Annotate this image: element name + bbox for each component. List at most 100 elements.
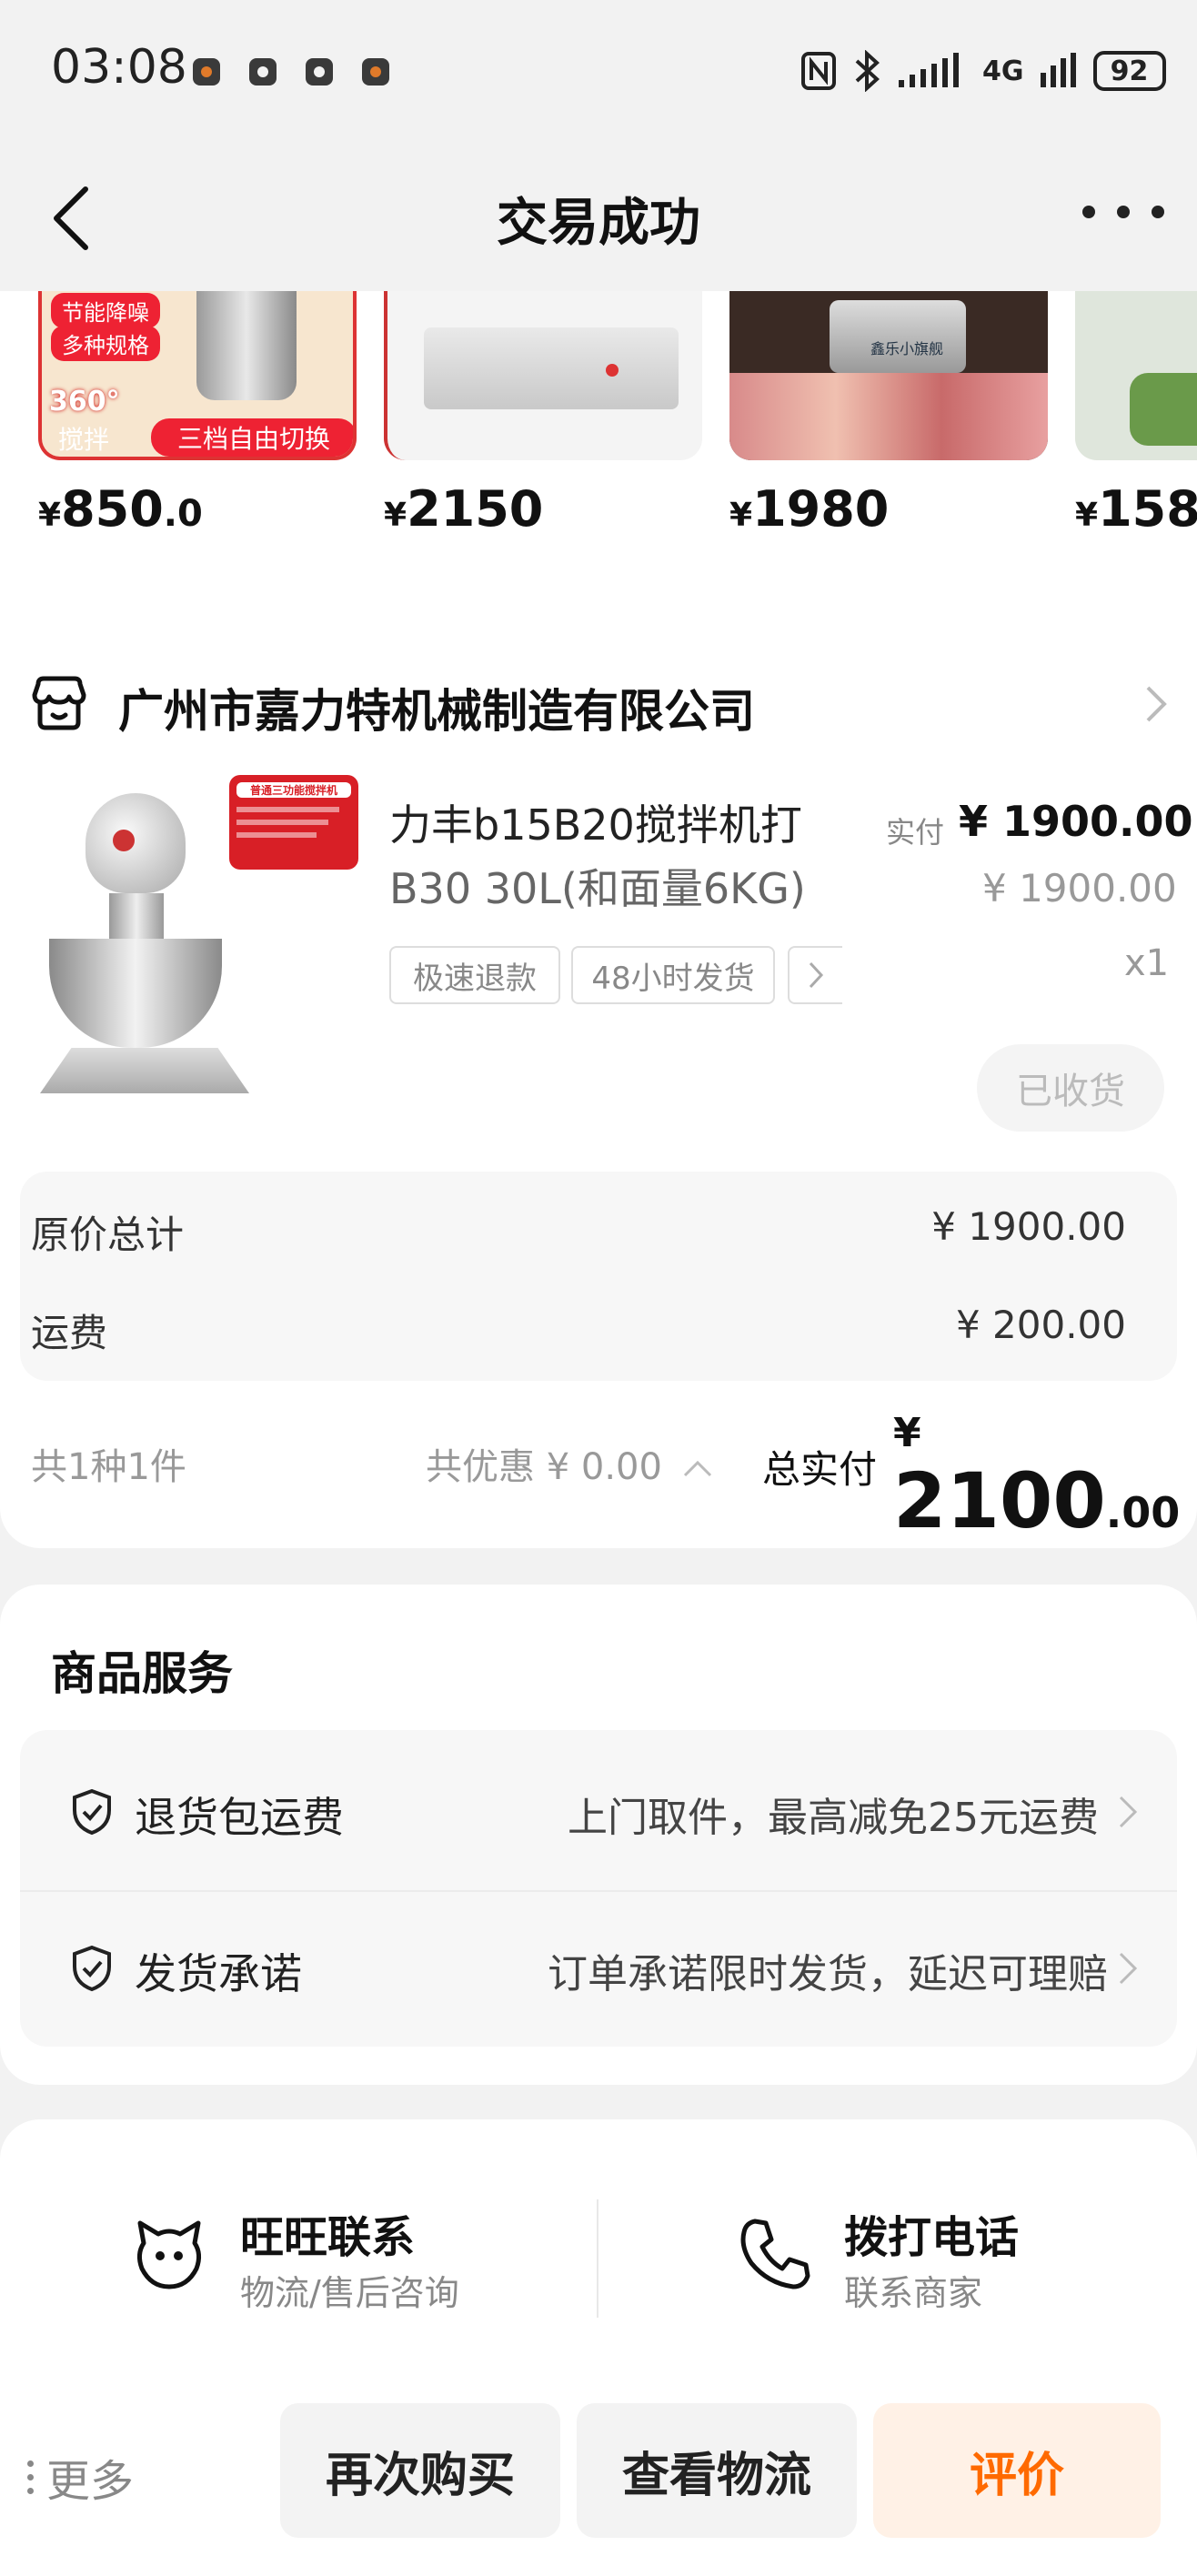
summary-value: ¥ 1900.00	[931, 1204, 1126, 1249]
reco-brand: 鑫乐小旗舰	[870, 340, 944, 357]
reco-card[interactable]: ¥1580	[1075, 291, 1197, 538]
reco-badge: 多种规格	[51, 326, 160, 361]
total-main: 2100	[893, 1456, 1106, 1545]
summary-value: ¥ 200.00	[955, 1303, 1126, 1347]
reco-price: ¥1580	[1075, 480, 1197, 538]
service-desc: 订单承诺限时发货，延迟可理赔	[548, 1951, 1108, 1997]
service-tag: 极速退款	[389, 946, 560, 1004]
product-spec-label: 普通三功能搅拌机	[229, 775, 358, 870]
contact-title: 旺旺联系	[240, 2212, 416, 2263]
reco-image: 节能降噪 多种规格 360° 搅拌 三档自由切换	[38, 291, 357, 460]
reco-badge: 360°	[49, 386, 120, 418]
service-label: 发货承诺	[135, 1949, 302, 1998]
review-button[interactable]: 评价	[873, 2403, 1161, 2538]
system-icons: 4G 92	[800, 44, 1166, 98]
received-status-button: 已收货	[977, 1044, 1164, 1132]
spec-line	[236, 820, 328, 825]
item-count: 共1种1件	[31, 1446, 186, 1488]
notification-icon	[306, 58, 333, 86]
shield-check-icon	[73, 1788, 111, 1836]
paid-label: 实付	[886, 815, 945, 850]
service-label: 退货包运费	[135, 1793, 344, 1842]
call-phone-button[interactable]: 拨打电话 联系商家	[728, 2192, 1110, 2319]
service-tag: 48小时发货	[571, 946, 775, 1004]
total-label: 总实付	[762, 1447, 878, 1492]
paid-price: ¥ 1900.00	[959, 797, 1193, 846]
quantity: x1	[1124, 942, 1170, 984]
reco-price: ¥1980	[729, 480, 890, 538]
shop-icon	[32, 676, 86, 730]
product-title-line: 力丰b15B20搅拌机打	[389, 800, 802, 850]
shield-check-icon	[73, 1945, 111, 1992]
total-currency: ¥	[893, 1410, 921, 1456]
reco-card[interactable]: ¥2150	[384, 291, 702, 538]
nfc-icon	[801, 52, 836, 90]
product-photo-detail	[606, 364, 619, 377]
reco-card[interactable]: 鑫乐小旗舰 ¥1980	[729, 291, 1048, 538]
services-title: 商品服务	[51, 1647, 233, 1700]
original-price: ¥ 1900.00	[982, 866, 1177, 911]
product-photo	[729, 373, 1048, 460]
discount-toggle[interactable]: 共优惠 ¥ 0.00	[426, 1437, 714, 1490]
discount-text: 共优惠 ¥ 0.00	[426, 1446, 662, 1488]
total-amount: ¥ 2100.00	[893, 1410, 1197, 1545]
service-desc: 上门取件，最高减免25元运费	[568, 1795, 1099, 1841]
divider	[597, 2199, 598, 2318]
nav-bar: 交易成功	[0, 146, 1197, 291]
contact-title: 拨打电话	[844, 2212, 1020, 2263]
product-spec-title: 普通三功能搅拌机	[236, 782, 351, 798]
service-return-shipping[interactable]: 退货包运费 上门取件，最高减免25元运费	[20, 1730, 1177, 1890]
spec-line	[236, 807, 340, 812]
view-logistics-button[interactable]: 查看物流	[577, 2403, 857, 2538]
notification-icon	[193, 58, 220, 86]
notification-icon	[362, 58, 389, 86]
summary-label: 原价总计	[31, 1213, 185, 1257]
product-title[interactable]: 力丰b15B20搅拌机打 B30 30L(和面量6KG)	[389, 793, 844, 921]
service-delivery-promise[interactable]: 发货承诺 订单承诺限时发货，延迟可理赔	[20, 1892, 1177, 2047]
product-image[interactable]: 普通三功能搅拌机	[31, 775, 364, 1102]
product-photo	[1130, 373, 1197, 446]
reco-image: 鑫乐小旗舰	[729, 291, 1048, 460]
notification-icon	[249, 58, 277, 86]
shop-name[interactable]: 广州市嘉力特机械制造有限公司	[118, 675, 755, 740]
buy-again-button[interactable]: 再次购买	[280, 2403, 560, 2538]
product-photo	[424, 327, 679, 409]
spec-line	[236, 832, 317, 838]
product-photo-detail	[49, 939, 222, 1048]
wangwang-contact-button[interactable]: 旺旺联系 物流/售后咨询	[127, 2192, 564, 2319]
wangwang-icon	[136, 2220, 202, 2289]
vertical-dots-icon	[27, 2460, 34, 2494]
chevron-right-icon[interactable]	[1142, 684, 1170, 724]
reco-card[interactable]: 节能降噪 多种规格 360° 搅拌 三档自由切换 ¥850.0	[38, 291, 357, 538]
product-photo-detail	[113, 830, 135, 851]
reco-image	[1075, 291, 1197, 460]
contact-subtitle: 物流/售后咨询	[240, 2273, 459, 2313]
product-title-line: B30 30L(和面量6KG)	[389, 864, 806, 913]
more-label: 更多	[46, 2456, 135, 2507]
chevron-up-icon	[683, 1460, 711, 1477]
bluetooth-icon	[855, 50, 880, 92]
network-type: 4G	[982, 55, 1024, 87]
signal-icon	[1040, 53, 1076, 87]
signal-icon	[899, 53, 959, 87]
summary-row-shipping: 运费 ¥ 200.00	[31, 1303, 1126, 1358]
more-tags[interactable]	[788, 946, 842, 1004]
reco-banner: 三档自由切换	[151, 418, 353, 457]
product-photo	[196, 291, 297, 400]
battery-level: 92	[1110, 55, 1149, 87]
recommendation-strip: 节能降噪 多种规格 360° 搅拌 三档自由切换 ¥850.0 ¥2150 鑫乐…	[0, 291, 1197, 619]
reco-image	[384, 291, 702, 460]
reco-badge: 节能降噪	[51, 293, 160, 328]
status-time: 03:08	[51, 40, 187, 95]
chevron-right-icon	[1119, 1796, 1138, 1828]
battery-icon: 92	[1092, 51, 1166, 91]
reco-price: ¥2150	[384, 480, 544, 538]
reco-badge: 搅拌	[58, 425, 110, 455]
chevron-right-icon	[1119, 1952, 1138, 1985]
summary-label: 运费	[31, 1311, 108, 1355]
phone-icon	[740, 2219, 810, 2289]
chevron-right-icon	[809, 961, 824, 989]
more-actions-button[interactable]: 更多	[27, 2445, 134, 2509]
more-options-icon[interactable]	[1082, 206, 1164, 233]
contact-subtitle: 联系商家	[844, 2273, 983, 2313]
